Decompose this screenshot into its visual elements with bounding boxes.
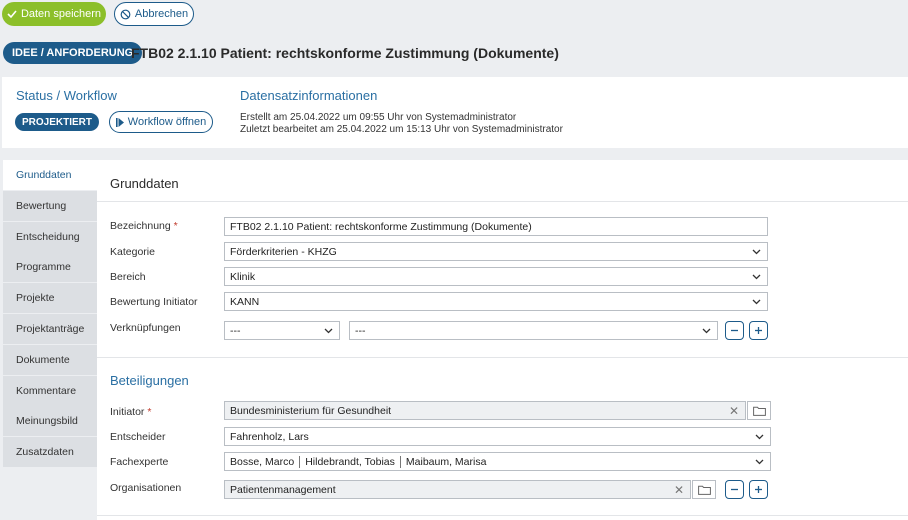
entscheider-label: Entscheider xyxy=(110,431,166,443)
add-organisation-button[interactable] xyxy=(749,480,768,499)
initiator-label: Initiator * xyxy=(110,406,151,418)
status-panel: Status / Workflow PROJEKTIERT Workflow ö… xyxy=(2,77,908,148)
fachexperte-tag: Hildebrandt, Tobias xyxy=(305,455,395,468)
minus-icon xyxy=(731,488,738,491)
organisationen-field[interactable]: Patientenmanagement ✕ xyxy=(224,480,691,499)
save-button-label: Daten speichern xyxy=(20,8,102,20)
fachexperte-label: Fachexperte xyxy=(110,456,169,468)
check-icon xyxy=(7,10,17,19)
nav-item-entscheidung[interactable]: Entscheidung xyxy=(3,221,97,252)
cancel-button-label: Abbrechen xyxy=(134,8,189,20)
bereich-label: Bereich xyxy=(110,271,146,283)
remove-organisation-button[interactable] xyxy=(725,480,744,499)
folder-icon xyxy=(697,485,711,495)
verknuepfung-type-value: --- xyxy=(230,324,241,337)
chevron-down-icon xyxy=(324,328,333,334)
chevron-down-icon xyxy=(752,249,761,255)
required-marker: * xyxy=(173,220,178,232)
initiator-value: Bundesministerium für Gesundheit xyxy=(230,404,392,417)
bezeichnung-value: FTB02 2.1.10 Patient: rechtskonforme Zus… xyxy=(230,220,532,233)
page-title: FTB02 2.1.10 Patient: rechtskonforme Zus… xyxy=(131,45,559,61)
nav-item-projekte[interactable]: Projekte xyxy=(3,283,97,314)
plus-icon xyxy=(755,486,762,493)
entscheider-value: Fahrenholz, Lars xyxy=(230,430,309,443)
type-badge: IDEE / ANFORDERUNG xyxy=(3,42,143,64)
section-divider xyxy=(97,201,908,202)
bezeichnung-label-text: Bezeichnung xyxy=(110,220,171,232)
nav-item-bewertung[interactable]: Bewertung xyxy=(3,190,97,221)
play-step-icon xyxy=(115,117,124,127)
tag-separator xyxy=(399,455,401,468)
grunddaten-heading: Grunddaten xyxy=(110,176,179,191)
workflow-button[interactable]: Workflow öffnen xyxy=(109,111,213,133)
workflow-button-label: Workflow öffnen xyxy=(127,116,207,128)
kategorie-select[interactable]: Förderkriterien - KHZG xyxy=(224,242,768,261)
chevron-down-icon xyxy=(752,274,761,280)
side-nav: Grunddaten Bewertung Entscheidung Progra… xyxy=(3,160,97,468)
required-marker: * xyxy=(147,406,152,418)
folder-icon xyxy=(752,406,766,416)
main-content: Grunddaten Bezeichnung * FTB02 2.1.10 Pa… xyxy=(97,160,908,520)
minus-icon xyxy=(731,329,738,332)
remove-link-button[interactable] xyxy=(725,321,744,340)
chevron-down-icon xyxy=(702,328,711,334)
section-divider xyxy=(97,515,908,516)
bezeichnung-label: Bezeichnung * xyxy=(110,220,178,232)
nav-item-grunddaten[interactable]: Grunddaten xyxy=(3,160,97,190)
chevron-down-icon xyxy=(752,299,761,305)
cancel-button[interactable]: Abbrechen xyxy=(114,2,194,26)
chevron-down-icon xyxy=(755,459,764,465)
verknuepfung-target-value: --- xyxy=(355,324,366,337)
bewertung-initiator-label: Bewertung Initiator xyxy=(110,296,198,308)
bereich-select[interactable]: Klinik xyxy=(224,267,768,286)
edited-info: Zuletzt bearbeitet am 25.04.2022 um 15:1… xyxy=(240,124,563,135)
save-button[interactable]: Daten speichern xyxy=(2,2,106,26)
fachexperte-select[interactable]: Bosse, Marco Hildebrandt, Tobias Maibaum… xyxy=(224,452,771,471)
nav-item-dokumente[interactable]: Dokumente xyxy=(3,344,97,375)
close-icon[interactable]: ✕ xyxy=(729,404,739,418)
state-badge: PROJEKTIERT xyxy=(15,113,99,131)
nav-item-kommentare[interactable]: Kommentare xyxy=(3,375,97,406)
beteiligungen-heading: Beteiligungen xyxy=(110,373,189,388)
nav-item-zusatzdaten[interactable]: Zusatzdaten xyxy=(3,437,97,468)
nav-item-programme[interactable]: Programme xyxy=(3,252,97,283)
initiator-label-text: Initiator xyxy=(110,406,145,418)
fachexperte-tags: Bosse, Marco Hildebrandt, Tobias Maibaum… xyxy=(230,455,487,468)
bereich-value: Klinik xyxy=(230,270,256,283)
status-heading: Status / Workflow xyxy=(16,88,117,103)
verknuepfung-target-select[interactable]: --- xyxy=(349,321,718,340)
kategorie-value: Förderkriterien - KHZG xyxy=(230,245,337,258)
bewertung-initiator-value: KANN xyxy=(230,295,260,308)
initiator-browse-button[interactable] xyxy=(747,401,771,420)
nav-item-projektantraege[interactable]: Projektanträge xyxy=(3,313,97,344)
ban-icon xyxy=(120,9,131,19)
fachexperte-tag: Bosse, Marco xyxy=(230,455,295,468)
verknuepfungen-label: Verknüpfungen xyxy=(110,322,181,334)
close-icon[interactable]: ✕ xyxy=(674,483,684,497)
kategorie-label: Kategorie xyxy=(110,246,155,258)
add-link-button[interactable] xyxy=(749,321,768,340)
plus-icon xyxy=(755,327,762,334)
tag-separator xyxy=(299,455,301,468)
verknuepfung-type-select[interactable]: --- xyxy=(224,321,340,340)
record-info-heading: Datensatzinformationen xyxy=(240,88,378,103)
chevron-down-icon xyxy=(755,434,764,440)
fachexperte-tag: Maibaum, Marisa xyxy=(405,455,487,468)
section-divider xyxy=(97,357,908,358)
bewertung-initiator-select[interactable]: KANN xyxy=(224,292,768,311)
organisationen-value: Patientenmanagement xyxy=(230,483,336,496)
created-info: Erstellt am 25.04.2022 um 09:55 Uhr von … xyxy=(240,112,517,123)
initiator-field[interactable]: Bundesministerium für Gesundheit ✕ xyxy=(224,401,746,420)
nav-item-meinungsbild[interactable]: Meinungsbild xyxy=(3,406,97,437)
entscheider-select[interactable]: Fahrenholz, Lars xyxy=(224,427,771,446)
organisationen-browse-button[interactable] xyxy=(692,480,716,499)
bezeichnung-input[interactable]: FTB02 2.1.10 Patient: rechtskonforme Zus… xyxy=(224,217,768,236)
organisationen-label: Organisationen xyxy=(110,482,182,494)
